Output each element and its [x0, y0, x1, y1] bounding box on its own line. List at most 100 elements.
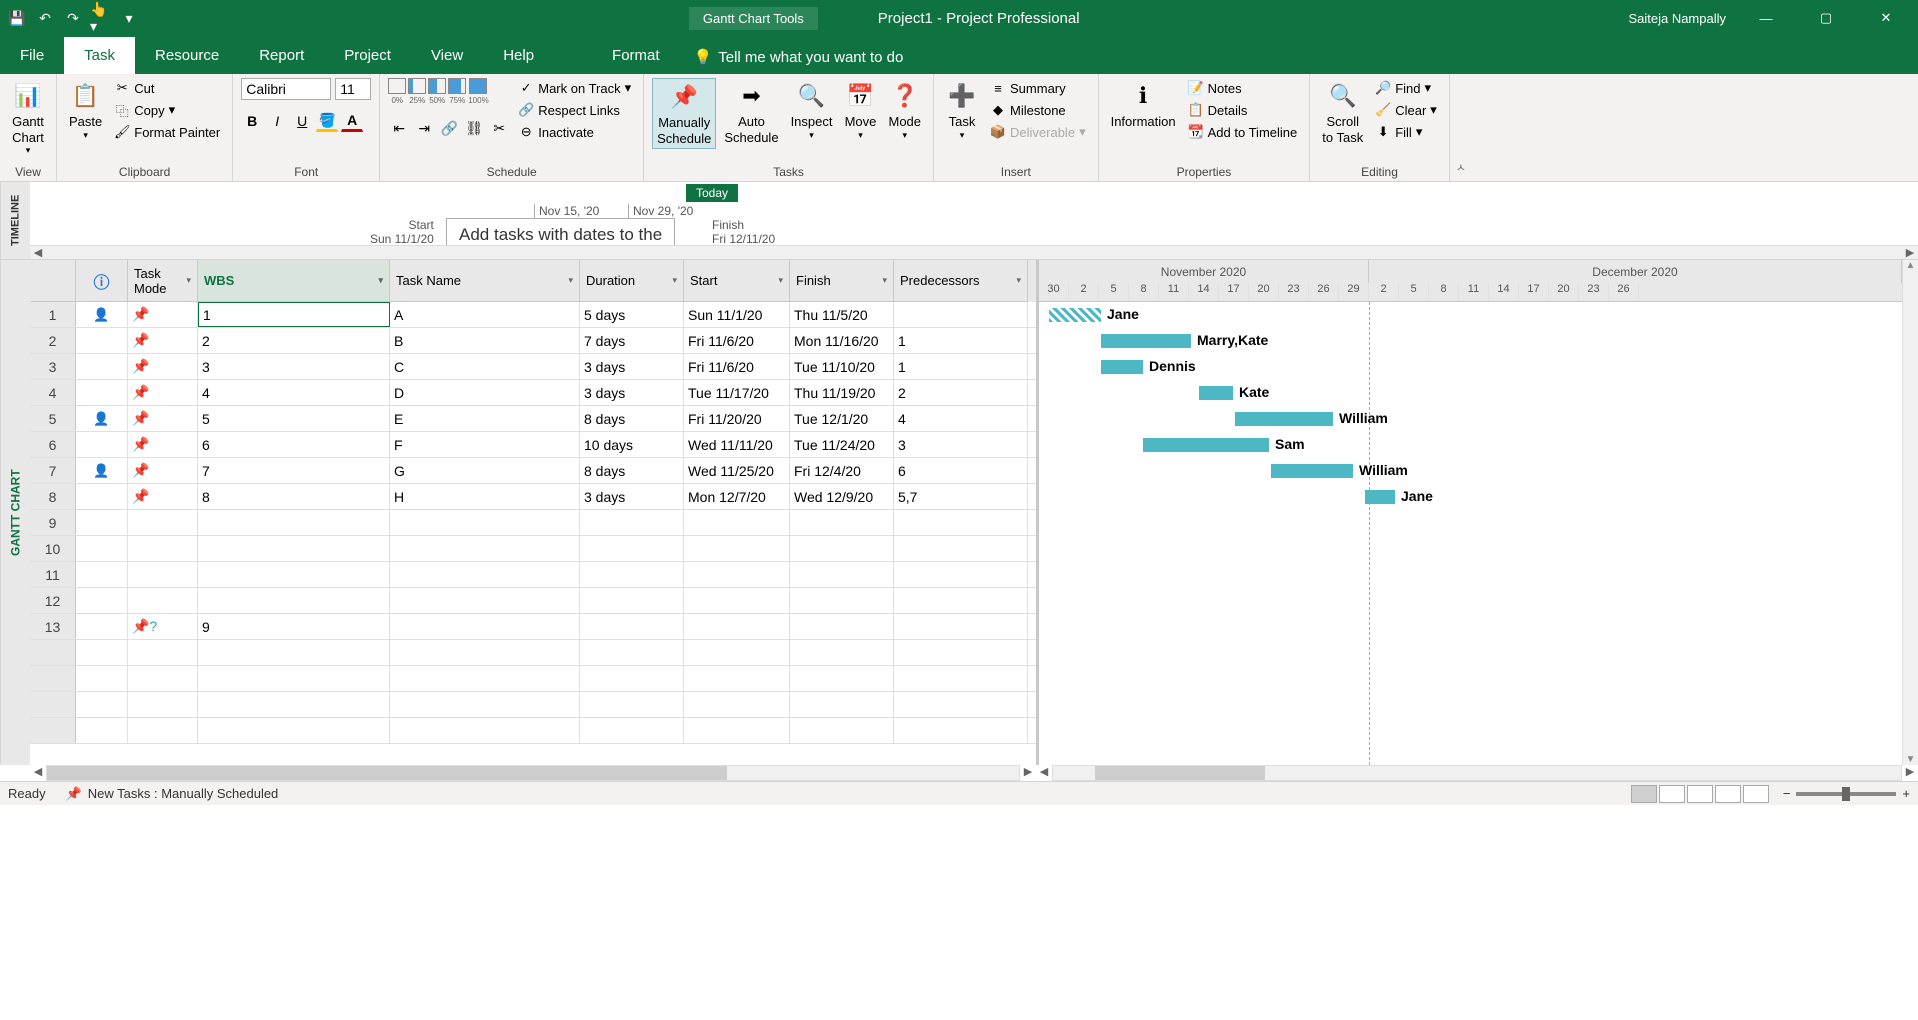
view-team-planner-button[interactable] — [1687, 785, 1713, 803]
cell-wbs[interactable] — [198, 510, 390, 535]
grid-scroll-track[interactable] — [46, 765, 1020, 781]
cell-finish[interactable]: Tue 11/24/20 — [790, 432, 894, 457]
chart-scroll-right[interactable]: ▶ — [1902, 765, 1918, 781]
header-wbs[interactable]: WBS▾ — [198, 260, 390, 302]
underline-button[interactable]: U — [291, 110, 313, 132]
cell-wbs[interactable]: 7 — [198, 458, 390, 483]
milestone-button[interactable]: ◆Milestone — [986, 100, 1090, 120]
font-color-button[interactable]: A — [341, 110, 363, 132]
cell-info[interactable] — [76, 562, 128, 587]
cell-task-mode[interactable]: 📌 — [128, 406, 198, 431]
tab-format[interactable]: Format — [592, 37, 680, 74]
font-size-input[interactable] — [335, 78, 371, 100]
maximize-icon[interactable]: ▢ — [1806, 7, 1846, 29]
header-rownum[interactable] — [30, 260, 76, 302]
timeline-scrollbar[interactable]: ◀▶ — [30, 245, 1918, 259]
cell-info[interactable] — [76, 510, 128, 535]
table-row[interactable] — [30, 692, 1036, 718]
cell-task-name[interactable]: H — [390, 484, 580, 509]
zoom-slider[interactable] — [1796, 792, 1896, 796]
gantt-bar[interactable] — [1049, 308, 1101, 322]
cell-predecessors[interactable] — [894, 614, 1028, 639]
italic-button[interactable]: I — [266, 110, 288, 132]
header-task-name[interactable]: Task Name▾ — [390, 260, 580, 302]
cell-task-mode[interactable] — [128, 588, 198, 613]
scroll-to-task-button[interactable]: 🔍Scroll to Task — [1318, 78, 1367, 147]
inspect-button[interactable]: 🔍Inspect▾ — [787, 78, 837, 142]
row-number[interactable]: 4 — [30, 380, 76, 405]
row-number[interactable]: 1 — [30, 302, 76, 327]
cell-task-mode[interactable]: 📌 — [128, 484, 198, 509]
cell-duration[interactable]: 8 days — [580, 406, 684, 431]
format-painter-button[interactable]: 🖌Format Painter — [110, 122, 224, 142]
grid-scroll-left[interactable]: ◀ — [30, 765, 46, 781]
cell-duration[interactable]: 8 days — [580, 458, 684, 483]
cell-info[interactable] — [76, 380, 128, 405]
table-row[interactable]: 7👤📌7G8 daysWed 11/25/20Fri 12/4/206 — [30, 458, 1036, 484]
inactivate-button[interactable]: ⊖Inactivate — [514, 122, 635, 142]
cell-info[interactable]: 👤 — [76, 458, 128, 483]
cell-finish[interactable] — [790, 614, 894, 639]
table-row[interactable]: 3📌3C3 daysFri 11/6/20Tue 11/10/201 — [30, 354, 1036, 380]
cell-task-mode[interactable]: 📌 — [128, 380, 198, 405]
mark-on-track-button[interactable]: ✓Mark on Track ▾ — [514, 78, 635, 98]
view-resource-sheet-button[interactable] — [1715, 785, 1741, 803]
cell-finish[interactable] — [790, 510, 894, 535]
cell-finish[interactable] — [790, 588, 894, 613]
cell-wbs[interactable]: 4 — [198, 380, 390, 405]
view-gantt-button[interactable] — [1631, 785, 1657, 803]
cell-finish[interactable]: Wed 12/9/20 — [790, 484, 894, 509]
cell-start[interactable] — [684, 510, 790, 535]
row-number[interactable]: 8 — [30, 484, 76, 509]
header-start[interactable]: Start▾ — [684, 260, 790, 302]
cell-info[interactable] — [76, 484, 128, 509]
table-row[interactable] — [30, 718, 1036, 744]
cell-predecessors[interactable] — [894, 302, 1028, 327]
cell-predecessors[interactable]: 4 — [894, 406, 1028, 431]
row-number[interactable]: 2 — [30, 328, 76, 353]
indent-button[interactable]: ⇥ — [413, 117, 435, 139]
gantt-bar[interactable] — [1271, 464, 1353, 478]
cell-predecessors[interactable]: 5,7 — [894, 484, 1028, 509]
cell-duration[interactable]: 3 days — [580, 380, 684, 405]
chart-scroll-track[interactable] — [1052, 765, 1902, 781]
cell-task-mode[interactable]: 📌 — [128, 302, 198, 327]
copy-button[interactable]: ⿻Copy ▾ — [110, 100, 224, 120]
mode-button[interactable]: ❓Mode▾ — [884, 78, 925, 142]
table-row[interactable]: 5👤📌5E8 daysFri 11/20/20Tue 12/1/204 — [30, 406, 1036, 432]
row-number[interactable]: 9 — [30, 510, 76, 535]
cell-start[interactable]: Fri 11/6/20 — [684, 354, 790, 379]
header-predecessors[interactable]: Predecessors▾ — [894, 260, 1028, 302]
cell-finish[interactable]: Tue 11/10/20 — [790, 354, 894, 379]
gantt-bar[interactable] — [1235, 412, 1333, 426]
cell-task-mode[interactable]: 📌 — [128, 432, 198, 457]
cell-info[interactable] — [76, 614, 128, 639]
cell-task-name[interactable] — [390, 510, 580, 535]
cell-duration[interactable] — [580, 510, 684, 535]
minimize-icon[interactable]: — — [1746, 7, 1786, 29]
cell-predecessors[interactable]: 3 — [894, 432, 1028, 457]
tab-view[interactable]: View — [411, 37, 483, 74]
cell-finish[interactable]: Thu 11/19/20 — [790, 380, 894, 405]
move-button[interactable]: 📅Move▾ — [840, 78, 880, 142]
cell-duration[interactable] — [580, 562, 684, 587]
row-number[interactable]: 6 — [30, 432, 76, 457]
gantt-bar[interactable] — [1143, 438, 1269, 452]
cell-info[interactable] — [76, 536, 128, 561]
save-icon[interactable]: 💾 — [6, 7, 28, 29]
cell-predecessors[interactable]: 1 — [894, 354, 1028, 379]
cell-wbs[interactable]: 8 — [198, 484, 390, 509]
cell-task-name[interactable] — [390, 562, 580, 587]
link-button[interactable]: 🔗 — [438, 117, 460, 139]
cell-start[interactable] — [684, 614, 790, 639]
cell-info[interactable] — [76, 328, 128, 353]
cell-duration[interactable] — [580, 588, 684, 613]
manually-schedule-button[interactable]: 📌Manually Schedule — [652, 78, 716, 149]
zoom-out-icon[interactable]: − — [1783, 786, 1791, 801]
table-row[interactable]: 13📌?9 — [30, 614, 1036, 640]
find-button[interactable]: 🔎Find ▾ — [1371, 78, 1441, 98]
cell-wbs[interactable] — [198, 536, 390, 561]
cell-duration[interactable] — [580, 614, 684, 639]
table-row[interactable]: 2📌2B7 daysFri 11/6/20Mon 11/16/201 — [30, 328, 1036, 354]
unlink-button[interactable]: ⛓ — [463, 117, 485, 139]
